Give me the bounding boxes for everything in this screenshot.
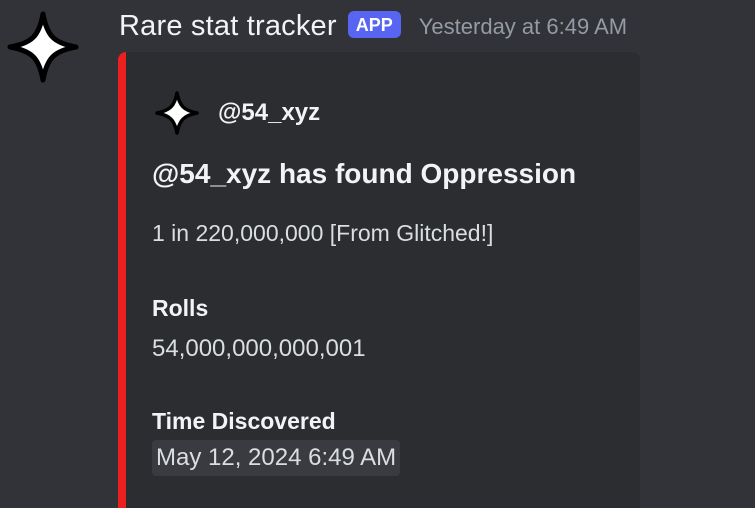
author-username[interactable]: Rare stat tracker <box>119 10 337 43</box>
message-timestamp[interactable]: Yesterday at 6:49 AM <box>419 14 627 40</box>
embed-description: 1 in 220,000,000 [From Glitched!] <box>152 220 494 246</box>
sparkle-star-icon[interactable] <box>6 10 80 84</box>
app-badge: APP <box>347 10 401 38</box>
embed-author-name: @54_xyz <box>218 99 321 126</box>
field-value-rolls: 54,000,000,000,001 <box>152 335 366 362</box>
embed-title: @54_xyz has found Oppression <box>152 158 577 189</box>
message-header: Rare stat tracker APP Yesterday at 6:49 … <box>119 6 627 46</box>
field-name-rolls: Rolls <box>152 295 209 321</box>
chat-message: Rare stat tracker APP Yesterday at 6:49 … <box>0 0 755 508</box>
embed-accent-bar <box>118 52 126 508</box>
field-name-time-discovered: Time Discovered <box>152 408 336 434</box>
sparkle-star-icon <box>155 91 199 135</box>
field-value-time-discovered[interactable]: May 12, 2024 6:49 AM <box>152 440 401 476</box>
embed-author: @54_xyz <box>154 90 320 136</box>
embed-card: @54_xyz @54_xyz has found Oppression 1 i… <box>118 52 640 508</box>
